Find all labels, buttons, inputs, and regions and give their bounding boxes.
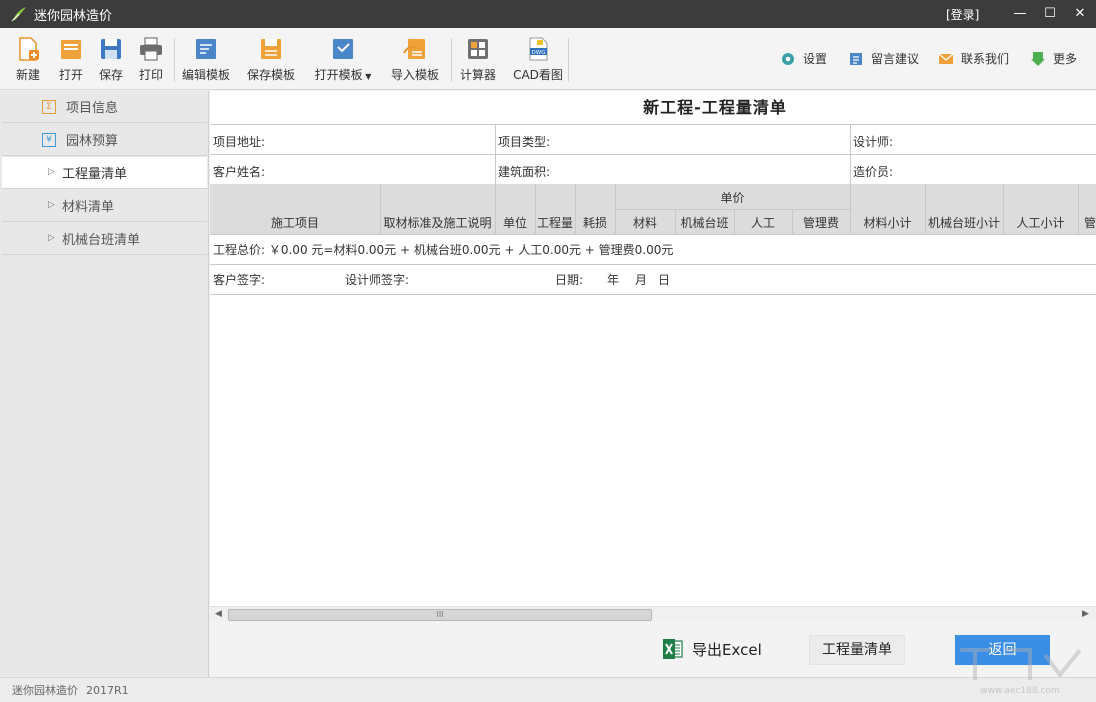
- triangle-right-icon: ▷: [48, 233, 55, 243]
- customer-name-label: 客户姓名:: [213, 165, 266, 179]
- title-bar: 迷你园林造价 [登录] — ☐ ✕: [0, 0, 1096, 28]
- sidebar-item-material-list[interactable]: ▷ 材料清单: [2, 190, 207, 222]
- cad-viewer-button[interactable]: DWG CAD看图: [512, 36, 564, 86]
- window-title: 迷你园林造价: [34, 8, 113, 24]
- open-template-button[interactable]: 打开模板 ▼: [313, 36, 373, 86]
- column-header: 管理费: [802, 216, 839, 230]
- save-template-button[interactable]: 保存模板: [246, 36, 296, 86]
- maximize-button[interactable]: ☐: [1040, 4, 1060, 24]
- more-button[interactable]: 更多: [1030, 50, 1077, 67]
- gear-icon: [782, 52, 794, 65]
- edit-note-icon: [850, 52, 862, 65]
- calculator-button[interactable]: 计算器: [459, 36, 497, 86]
- status-bar: 迷你园林造价 2017R1: [0, 677, 1096, 702]
- scroll-left-icon[interactable]: ◀: [215, 609, 222, 619]
- date-month: 月: [635, 273, 648, 287]
- toolbar-separator: [451, 38, 452, 82]
- date-label: 日期:: [555, 273, 584, 287]
- project-address-label: 项目地址:: [213, 135, 266, 149]
- sidebar-item-quantity-list[interactable]: ▷ 工程量清单: [2, 157, 207, 189]
- save-button[interactable]: 保存: [95, 36, 127, 86]
- yen-icon: ¥: [42, 133, 56, 147]
- new-file-icon: [19, 37, 39, 61]
- printer-icon: [140, 37, 162, 61]
- open-button[interactable]: 打开: [55, 36, 87, 86]
- save-template-icon: [261, 39, 281, 59]
- calculator-icon: [468, 39, 488, 59]
- scrollbar-thumb[interactable]: III: [228, 609, 652, 621]
- dwg-file-icon: DWG: [529, 37, 548, 61]
- quantity-list-button[interactable]: 工程量清单: [809, 635, 905, 665]
- project-type-label: 项目类型:: [498, 135, 551, 149]
- column-header: 机械台班: [680, 216, 729, 230]
- column-header: 取材标准及施工说明: [383, 216, 492, 230]
- excel-icon: [663, 639, 683, 659]
- import-template-icon: [403, 39, 425, 59]
- feedback-button[interactable]: 留言建议: [848, 50, 919, 67]
- toolbar-separator: [174, 38, 175, 82]
- status-app-name: 迷你园林造价: [12, 684, 78, 697]
- envelope-icon: [938, 53, 954, 64]
- total-price-line: 工程总价: ￥0.00 元=材料0.00元 + 机械台班0.00元 + 人工0.…: [213, 243, 674, 257]
- column-header: 机械台班小计: [927, 216, 1000, 230]
- date-year: 年: [607, 273, 620, 287]
- chevron-down-icon: ▼: [362, 72, 372, 81]
- print-button[interactable]: 打印: [135, 36, 167, 86]
- customer-sign-label: 客户签字:: [213, 273, 266, 287]
- designer-sign-label: 设计师签字:: [345, 273, 410, 287]
- contact-button[interactable]: 联系我们: [938, 50, 1009, 67]
- quantity-sheet: 新工程-工程量清单 项目地址: 项目类型: 设计师: 客户姓名: 建筑面积: 造…: [210, 91, 1096, 677]
- floppy-disk-icon: [101, 39, 121, 59]
- sidebar: Σ 项目信息 ¥ 园林预算 ▷ 工程量清单 ▷ 材料清单 ▷ 机械台班清单: [0, 91, 209, 677]
- minimize-button[interactable]: —: [1010, 4, 1030, 24]
- sidebar-item-machine-list[interactable]: ▷ 机械台班清单: [2, 223, 207, 255]
- triangle-right-icon: ▷: [48, 167, 55, 177]
- download-arrow-icon: [1031, 51, 1045, 66]
- open-template-icon: [333, 39, 353, 59]
- settings-button[interactable]: 设置: [780, 50, 827, 67]
- column-header: 施工项目: [270, 216, 319, 230]
- column-header: 材料小计: [863, 216, 912, 230]
- scroll-right-icon[interactable]: ▶: [1082, 609, 1089, 619]
- column-header: 材料: [632, 216, 657, 230]
- sheet-title: 新工程-工程量清单: [643, 98, 787, 117]
- sigma-icon: Σ: [42, 100, 56, 114]
- toolbar: 新建 打开 保存 打印 编辑模板 保存模板 打开模板 ▼ 导入模板 计算器 DW…: [0, 28, 1096, 90]
- login-link[interactable]: [登录]: [946, 6, 979, 23]
- column-header: 人工小计: [1016, 216, 1065, 230]
- cost-engineer-label: 造价员:: [853, 165, 894, 179]
- column-header: 耗损: [582, 216, 607, 230]
- svg-text:DWG: DWG: [532, 50, 546, 56]
- edit-template-button[interactable]: 编辑模板: [181, 36, 231, 86]
- new-button[interactable]: 新建: [12, 36, 44, 86]
- unit-price-header: 单价: [720, 191, 745, 205]
- column-header: 工程量: [536, 216, 573, 230]
- horizontal-scrollbar[interactable]: ◀ III ▶: [210, 606, 1096, 622]
- designer-label: 设计师:: [853, 135, 894, 149]
- svg-text:www.aec188.com: www.aec188.com: [980, 686, 1059, 696]
- status-version: 2017R1: [86, 684, 129, 697]
- export-excel-button[interactable]: 导出Excel: [662, 636, 762, 662]
- column-header: 人工: [750, 216, 775, 230]
- close-button[interactable]: ✕: [1070, 4, 1090, 24]
- edit-template-icon: [196, 39, 216, 59]
- toolbar-separator: [568, 38, 569, 82]
- building-area-label: 建筑面积:: [498, 165, 551, 179]
- open-file-icon: [61, 40, 81, 59]
- sidebar-item-project-info[interactable]: Σ 项目信息: [2, 91, 207, 123]
- column-header: 管: [1084, 216, 1096, 230]
- date-day: 日: [658, 273, 671, 287]
- column-header: 单位: [502, 216, 527, 230]
- site-watermark: www.aec188.com: [960, 648, 1082, 696]
- triangle-right-icon: ▷: [48, 200, 55, 210]
- app-logo-icon: [11, 7, 26, 22]
- sidebar-item-garden-budget[interactable]: ¥ 园林预算: [2, 124, 207, 156]
- import-template-button[interactable]: 导入模板: [390, 36, 440, 86]
